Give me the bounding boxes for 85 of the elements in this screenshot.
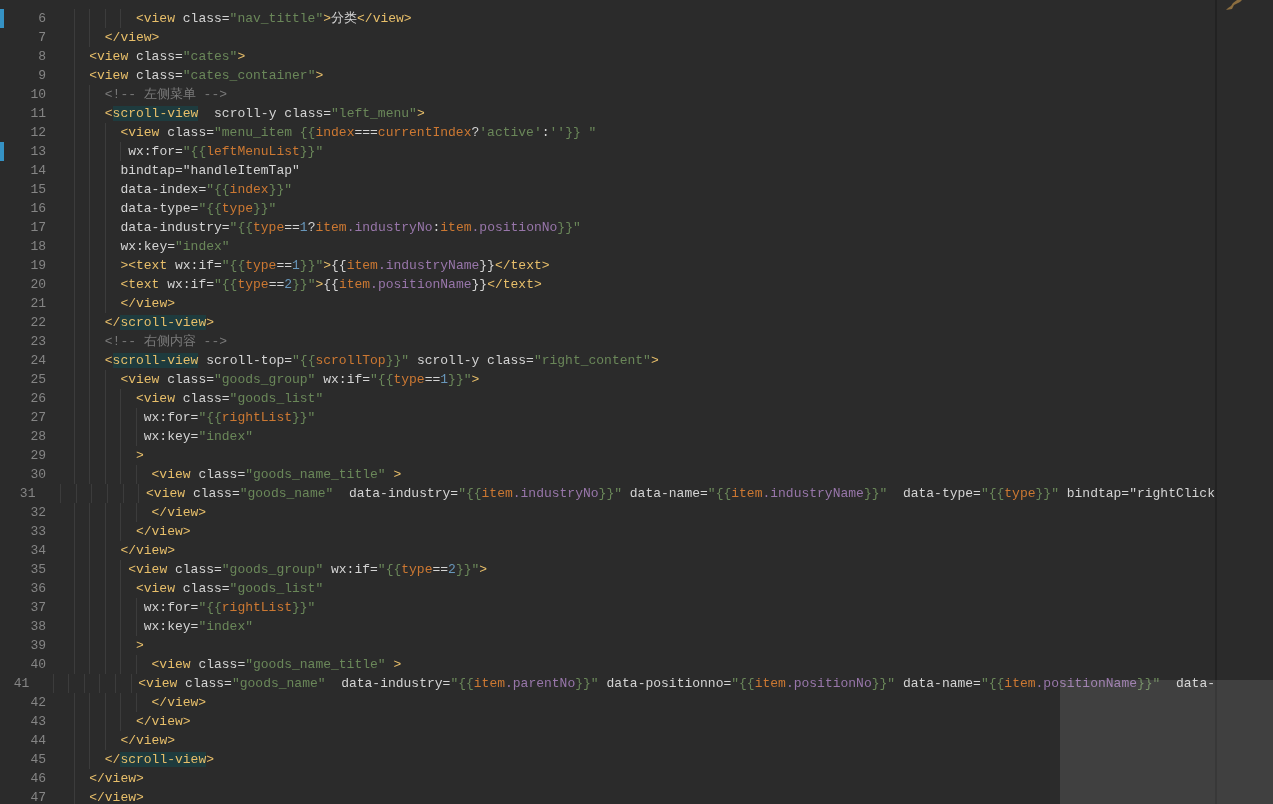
- code-line: <view class="goods_list": [135, 579, 324, 598]
- line-number: 14: [29, 161, 46, 180]
- line-number: 20: [29, 275, 46, 294]
- code-line: </view>: [89, 769, 144, 788]
- line-number: 30: [29, 465, 46, 484]
- line-number: 12: [29, 123, 46, 142]
- code-line: <view class="goods_name" data-industry="{{item.parentNo}}" data-positionno="{{item.positionNo}}" data-name="{{item.positionName}}" data-: [138, 674, 1215, 693]
- line-number: 39: [29, 636, 46, 655]
- code-line: wx:for="{{rightList}}": [143, 598, 316, 617]
- line-number: 7: [37, 28, 46, 47]
- code-line: wx:for="{{leftMenuList}}": [128, 142, 324, 161]
- line-number: 19: [29, 256, 46, 275]
- code-line: <!-- 右侧内容 -->: [104, 332, 227, 351]
- code-line: <view class="goods_group" wx:if="{{type==2}}">: [128, 560, 488, 579]
- code-line: </scroll-view>: [104, 313, 215, 332]
- code-line: wx:for="{{rightList}}": [143, 408, 316, 427]
- code-line: data-industry="{{type==1?item.industryNo:item.positionNo}}": [120, 218, 581, 237]
- line-number: 10: [29, 85, 46, 104]
- line-number: 25: [29, 370, 46, 389]
- code-line: <view class="goods_name" data-industry="{{item.industryNo}}" data-name="{{item.industryName}}" data-type="{{type}}" bindtap="rightClick: [146, 484, 1215, 503]
- line-number: 45: [29, 750, 46, 769]
- line-number: 38: [29, 617, 46, 636]
- code-line: </view>: [104, 28, 160, 47]
- code-line: </view>: [135, 712, 191, 731]
- code-line: wx:key="index": [120, 237, 230, 256]
- line-number: 43: [29, 712, 46, 731]
- line-number: 8: [37, 47, 46, 66]
- code-line: data-index="{{index}}": [120, 180, 293, 199]
- code-line: <view class="nav_tittle">分类</view>: [135, 9, 412, 28]
- code-line: <!-- 左侧菜单 -->: [104, 85, 227, 104]
- code-line: </view>: [120, 294, 175, 313]
- line-number: 29: [29, 446, 46, 465]
- code-line: wx:key="index": [143, 427, 253, 446]
- line-number: 46: [29, 769, 46, 788]
- line-number: 18: [29, 237, 46, 256]
- code-line: >: [135, 446, 144, 465]
- code-line: >: [135, 636, 144, 655]
- code-line: </view>: [89, 788, 144, 804]
- code-line: </view>: [135, 522, 191, 541]
- line-number: 9: [37, 66, 46, 85]
- code-line: </view>: [151, 693, 207, 712]
- code-line: <view class="goods_group" wx:if="{{type==1}}">: [120, 370, 480, 389]
- brush-icon: [1225, 0, 1243, 11]
- line-number: 16: [29, 199, 46, 218]
- code-line: </view>: [120, 731, 175, 750]
- line-number: 44: [29, 731, 46, 750]
- code-line: <view class="cates_container">: [89, 66, 324, 85]
- line-number: 28: [29, 427, 46, 446]
- code-line: <view class="cates">: [89, 47, 246, 66]
- line-number: 17: [29, 218, 46, 237]
- code-line: </view>: [120, 541, 175, 560]
- code-line: <scroll-view scroll-y class="left_menu">: [104, 104, 425, 123]
- code-line: <text wx:if="{{type==2}}">{{item.positionName}}</text>: [120, 275, 542, 294]
- line-number: 36: [29, 579, 46, 598]
- line-number: 34: [29, 541, 46, 560]
- code-line: <scroll-view scroll-top="{{scrollTop}}" scroll-y class="right_content">: [104, 351, 659, 370]
- code-line: <view class="menu_item {{index===currentIndex?'active':''}} ": [120, 123, 597, 142]
- code-line: </scroll-view>: [104, 750, 215, 769]
- line-number: 15: [29, 180, 46, 199]
- line-number: 23: [29, 332, 46, 351]
- line-number: 32: [29, 503, 46, 522]
- line-number: 47: [29, 788, 46, 804]
- line-number: 27: [29, 408, 46, 427]
- code-line: <view class="goods_list": [135, 389, 324, 408]
- code-line: </view>: [151, 503, 207, 522]
- line-number: 11: [29, 104, 46, 123]
- line-number: 37: [29, 598, 46, 617]
- code-line: <view class="goods_name_title" >: [151, 465, 402, 484]
- line-number: 6: [37, 9, 46, 28]
- line-number: 22: [29, 313, 46, 332]
- line-number: 33: [29, 522, 46, 541]
- line-number: 13: [29, 142, 46, 161]
- code-line: wx:key="index": [143, 617, 253, 636]
- line-number: 31: [18, 484, 36, 503]
- code-line: <view class="goods_name_title" >: [151, 655, 402, 674]
- code-line: ><text wx:if="{{type==1}}">{{item.industryName}}</text>: [120, 256, 550, 275]
- code-line: bindtap="handleItemTap": [120, 161, 300, 180]
- line-number: 35: [29, 560, 46, 579]
- line-number: 41: [12, 674, 30, 693]
- line-number: 26: [29, 389, 46, 408]
- code-line: data-type="{{type}}": [120, 199, 277, 218]
- line-number: 40: [29, 655, 46, 674]
- line-number: 42: [29, 693, 46, 712]
- line-number: 21: [29, 294, 46, 313]
- line-number: 24: [29, 351, 46, 370]
